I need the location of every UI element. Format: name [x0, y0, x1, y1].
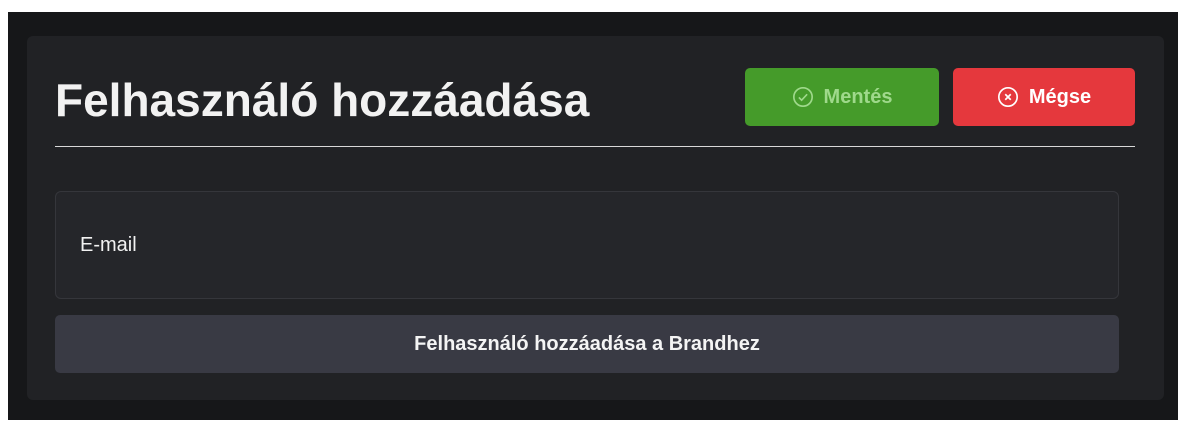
email-field[interactable]: E-mail: [55, 191, 1119, 299]
add-user-to-brand-button[interactable]: Felhasználó hozzáadása a Brandhez: [55, 315, 1119, 373]
page-title: Felhasználó hozzáadása: [55, 74, 590, 126]
page-background: Felhasználó hozzáadása Mentés Mégse E-ma: [8, 12, 1178, 420]
x-circle-icon: [997, 86, 1019, 108]
email-field-label: E-mail: [80, 234, 137, 256]
add-user-to-brand-label: Felhasználó hozzáadása a Brandhez: [414, 332, 760, 355]
header-divider: [55, 146, 1135, 147]
save-button[interactable]: Mentés: [745, 68, 939, 126]
save-button-label: Mentés: [823, 85, 893, 108]
cancel-button-label: Mégse: [1028, 85, 1092, 108]
check-circle-icon: [792, 86, 814, 108]
cancel-button[interactable]: Mégse: [953, 68, 1135, 126]
add-user-card: Felhasználó hozzáadása Mentés Mégse E-ma: [27, 36, 1164, 400]
